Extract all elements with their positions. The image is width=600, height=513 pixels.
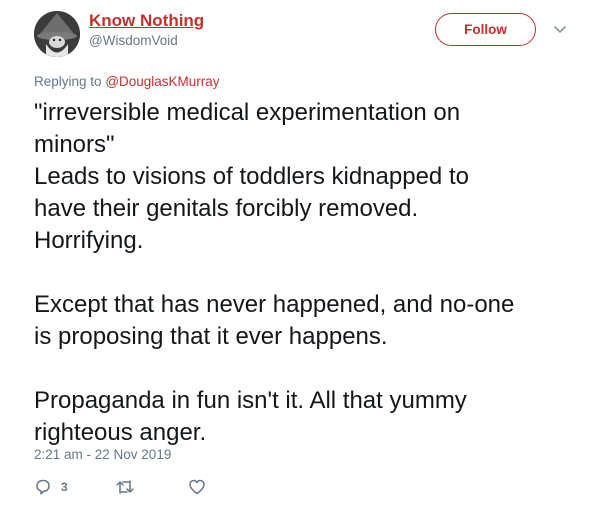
tweet-line: is proposing that it ever happens. bbox=[34, 323, 388, 350]
tweet-line: have their genitals forcibly removed. bbox=[34, 195, 419, 222]
tweet-paragraph: Except that has never happened, and no-o… bbox=[34, 289, 590, 353]
tweet-line: Leads to visions of toddlers kidnapped t… bbox=[34, 163, 469, 190]
reply-context: Replying to @DouglasKMurray bbox=[34, 74, 220, 89]
reply-context-prefix: Replying to bbox=[34, 74, 102, 89]
reply-count: 3 bbox=[61, 480, 68, 494]
display-name[interactable]: Know Nothing bbox=[89, 11, 204, 31]
chevron-down-icon[interactable] bbox=[553, 22, 567, 36]
tweet-line: righteous anger. bbox=[34, 419, 207, 446]
heart-icon bbox=[188, 478, 206, 496]
retweet-button[interactable] bbox=[115, 478, 135, 496]
tweet-line: Propaganda in fun isn't it. All that yum… bbox=[34, 387, 467, 414]
tweet-paragraph: "irreversible medical experimentation on… bbox=[34, 97, 590, 257]
tweet-paragraph: Propaganda in fun isn't it. All that yum… bbox=[34, 385, 590, 449]
avatar[interactable] bbox=[34, 11, 80, 57]
tweet-text: "irreversible medical experimentation on… bbox=[34, 97, 590, 449]
like-button[interactable] bbox=[188, 478, 206, 496]
tweet-line: Except that has never happened, and no-o… bbox=[34, 291, 515, 318]
tweet-line: "irreversible medical experimentation on bbox=[34, 99, 461, 126]
tweet-line: minors" bbox=[34, 131, 115, 158]
user-handle[interactable]: @WisdomVoid bbox=[89, 33, 178, 48]
retweet-icon bbox=[115, 478, 135, 496]
follow-button[interactable]: Follow bbox=[435, 13, 536, 46]
tweet-line: Horrifying. bbox=[34, 227, 144, 254]
speech-bubble-icon bbox=[34, 478, 52, 496]
reply-button[interactable]: 3 bbox=[34, 478, 68, 496]
reply-mention-link[interactable]: @DouglasKMurray bbox=[105, 74, 219, 89]
tweet-timestamp[interactable]: 2:21 am - 22 Nov 2019 bbox=[34, 447, 171, 462]
